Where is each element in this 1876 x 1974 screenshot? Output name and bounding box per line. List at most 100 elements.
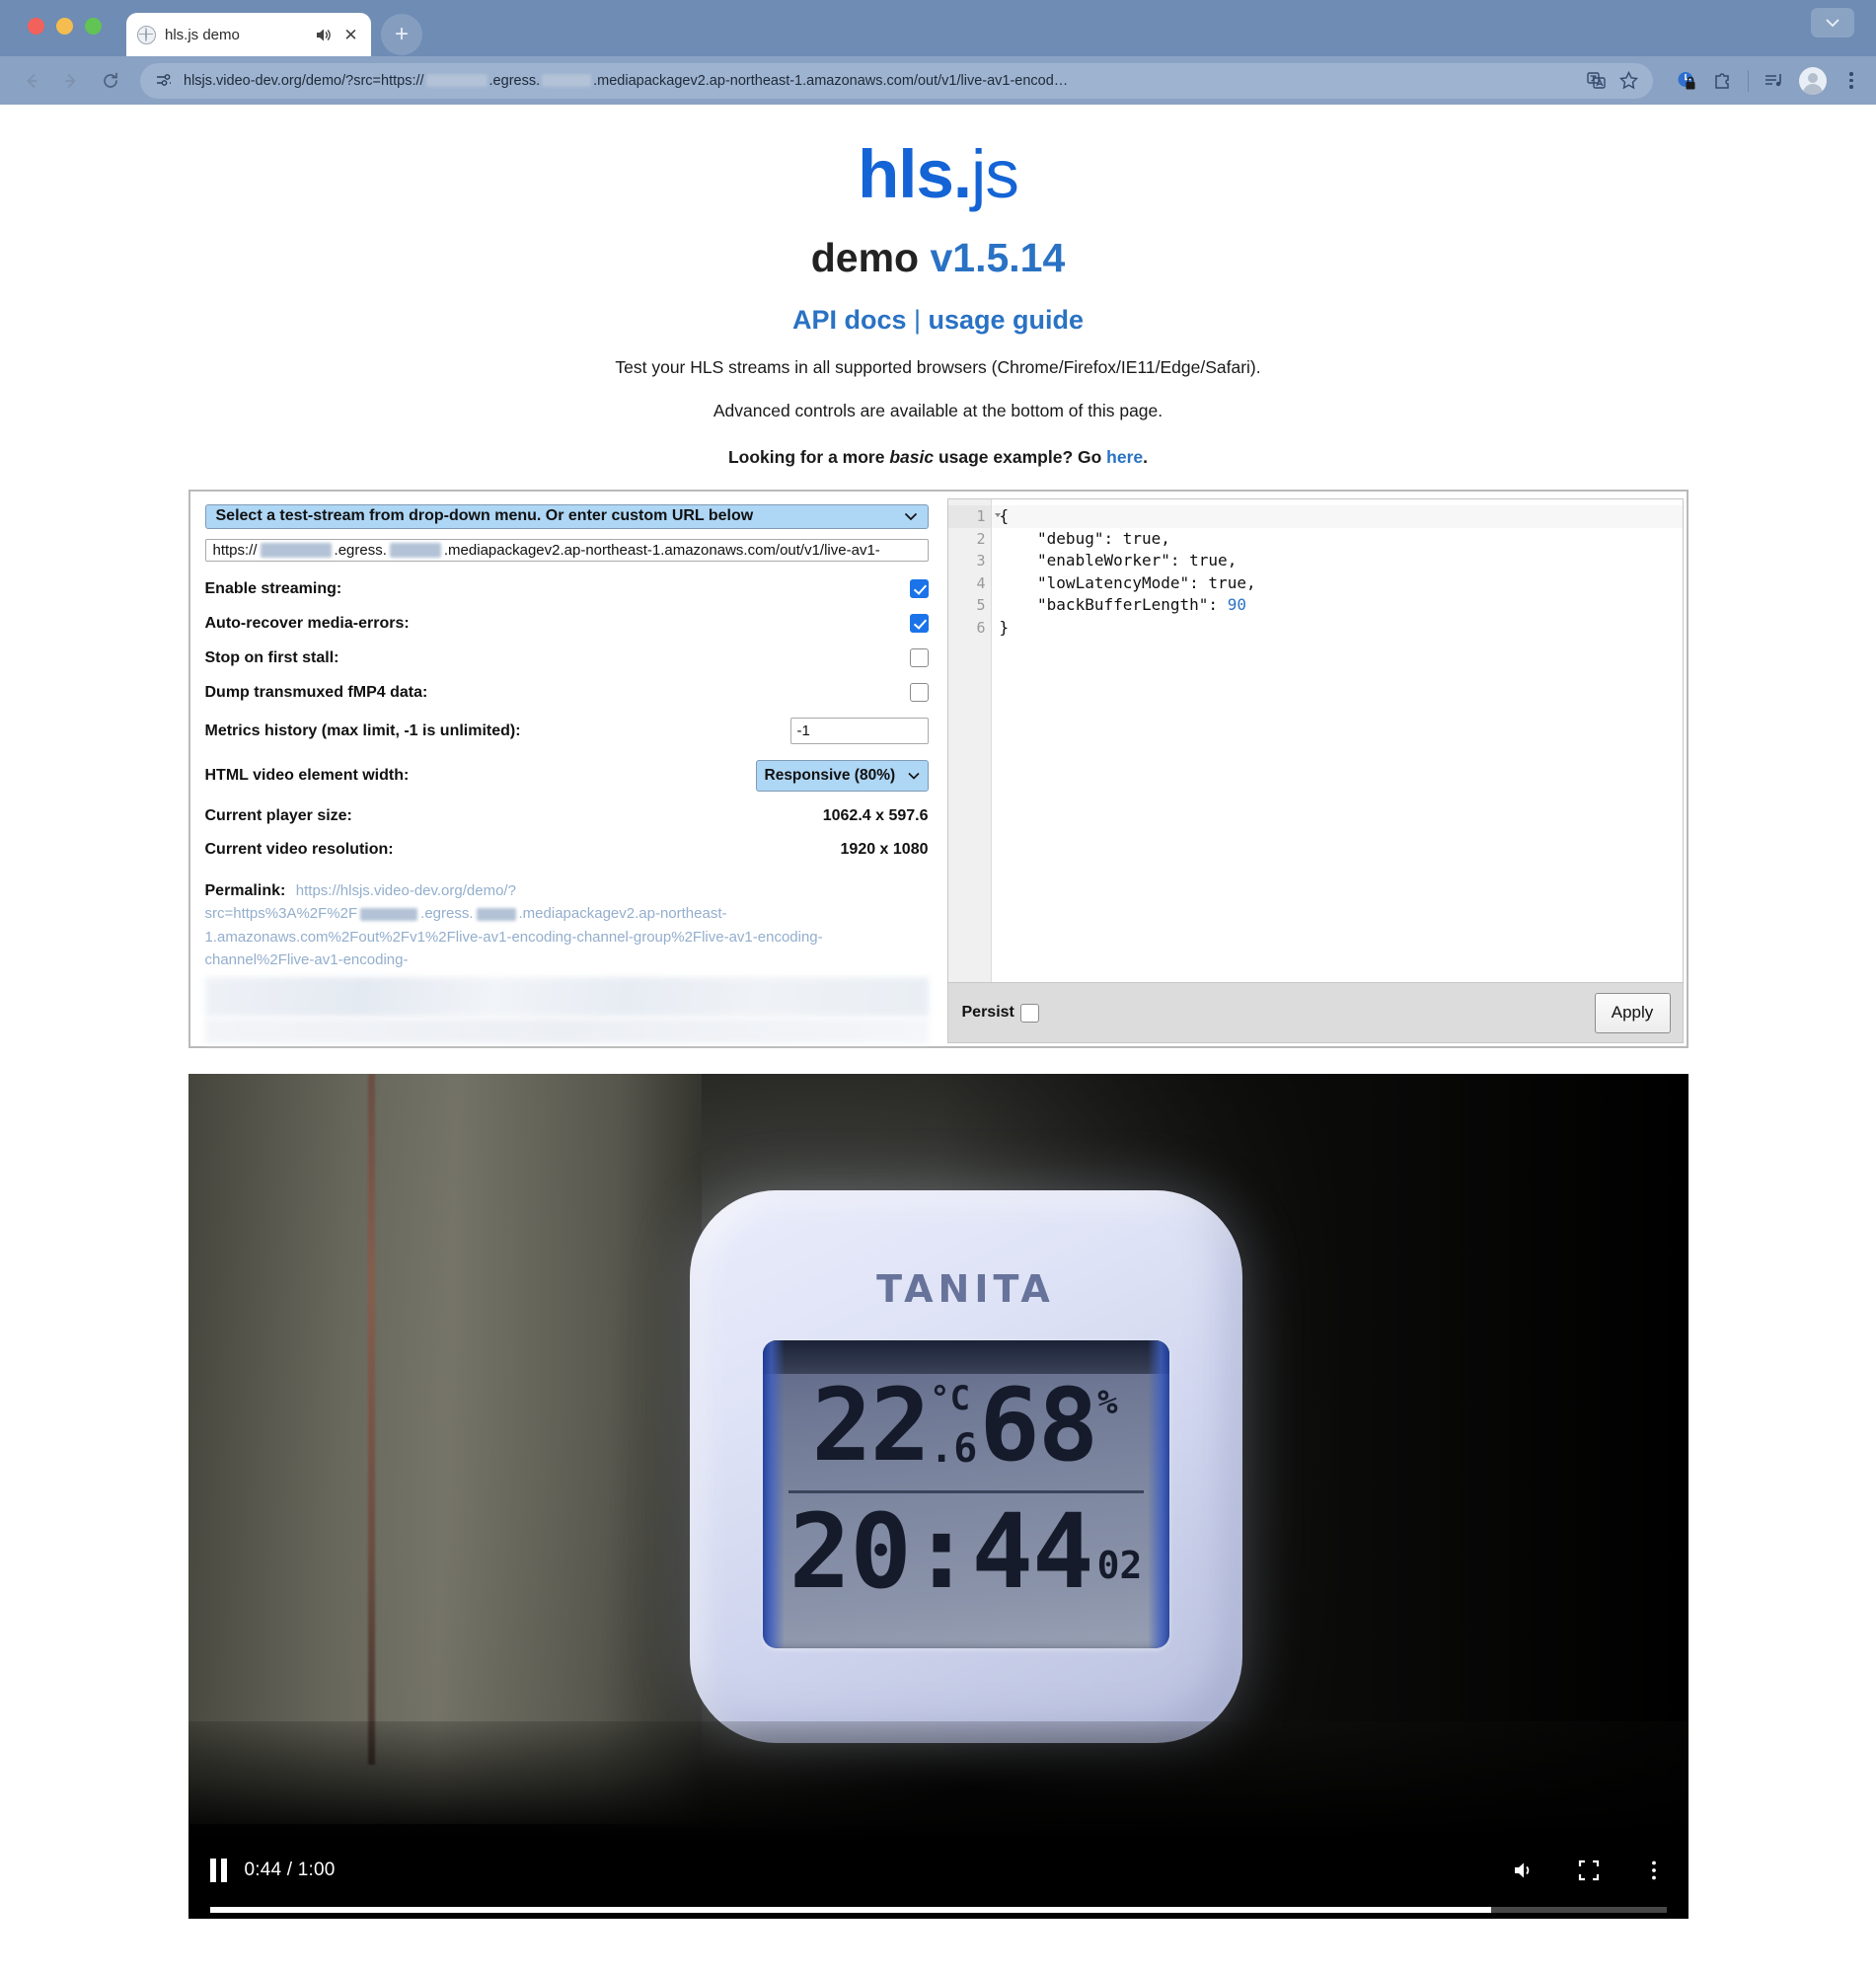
privacy-shield-icon[interactable] [1675,69,1697,92]
enable-streaming-checkbox[interactable] [909,579,929,599]
redacted-segment-2 [542,74,592,87]
temperature-value: 22 [811,1367,931,1484]
lcd-display: 22 °C .6 68 % 20:44 02 [762,1340,1169,1648]
video-width-select[interactable]: Responsive (80%) [755,760,929,793]
doc-links: API docs | usage guide [0,305,1876,336]
more-vertical-icon[interactable] [1641,1858,1667,1883]
url-prefix: hlsjs.video-dev.org/demo/?src=https:// [184,72,424,89]
translate-icon[interactable] [1586,70,1607,91]
minimize-window-button[interactable] [56,18,73,35]
lead-text-1: Test your HLS streams in all supported b… [615,357,1261,377]
permalink-part-5: 1.amazonaws.com%2Fout%2Fv1%2Flive-av1-en… [204,928,823,946]
window-traffic-lights [28,18,102,35]
stream-select[interactable]: Select a test-stream from drop-down menu… [204,504,929,529]
lead3-pre: Looking for a more [727,447,890,467]
tanita-thermometer: TANITA 22 °C .6 68 % 20:44 02 [689,1190,1242,1743]
config-editor-panel: 1 2 3 4 5 6 { "debug": true, "enableWork… [946,494,1684,1043]
persist-checkbox[interactable] [1019,1003,1039,1023]
dump-fmp4-checkbox[interactable] [909,683,929,703]
chevron-down-icon [904,509,918,524]
code-line-2: "debug": true, [999,528,1170,548]
redacted-segment-1 [425,74,488,87]
page-settings-icon[interactable] [154,71,173,90]
apply-button[interactable]: Apply [1594,992,1671,1033]
config-json-editor[interactable]: 1 2 3 4 5 6 { "debug": true, "enableWork… [946,498,1684,983]
redacted-permalink-block [204,977,929,1018]
humidity-unit-column: % [1097,1382,1117,1419]
redacted-permalink-block-2 [204,1019,929,1043]
url-value-suffix: .mediapackagev2.ap-northeast-1.amazonaws… [443,542,880,560]
persist-control: Persist [961,1003,1039,1023]
profile-avatar-icon[interactable] [1799,66,1827,95]
player-size-value: 1062.4 x 597.6 [822,807,929,825]
star-icon[interactable] [1618,70,1639,91]
close-window-button[interactable] [28,18,44,35]
permalink-part-4: .mediapackagev2.ap-northeast- [518,905,727,923]
video-controls-right [1511,1858,1667,1883]
address-bar[interactable]: hlsjs.video-dev.org/demo/?src=https:// .… [140,62,1653,99]
lead3-mid: usage example? Go [934,447,1107,467]
auto-recover-checkbox[interactable] [909,614,929,634]
video-progress-bar[interactable] [209,1907,1667,1913]
persist-label: Persist [961,1004,1014,1021]
fullscreen-icon[interactable] [1576,1858,1602,1883]
metrics-history-input[interactable]: -1 [789,718,929,745]
code-line-1: { [991,505,1683,528]
video-resolution-value: 1920 x 1080 [840,841,929,859]
here-link[interactable]: here [1106,447,1143,467]
forward-arrow-icon[interactable] [53,63,89,99]
line-number: 6 [976,618,986,637]
close-icon[interactable]: ✕ [341,26,360,44]
media-playlist-icon[interactable] [1763,69,1785,92]
metrics-history-label: Metrics history (max limit, -1 is unlimi… [204,721,521,739]
clock-seconds: 02 [1096,1543,1143,1587]
background-wall [188,1074,702,1824]
lcd-readings-row: 22 °C .6 68 % [763,1367,1169,1484]
option-row-auto-recover: Auto-recover media-errors: [204,614,929,634]
speaker-icon[interactable] [314,26,333,44]
fold-arrow-icon[interactable] [994,513,1001,517]
line-number: 3 [976,552,986,570]
option-row-stop-on-stall: Stop on first stall: [204,648,929,668]
stream-url-input[interactable]: https:// .egress. .mediapackagev2.ap-nor… [204,538,929,563]
video-player[interactable]: TANITA 22 °C .6 68 % 20:44 02 0:44 / 1:0… [188,1074,1688,1919]
chrome-menu-icon[interactable] [1840,72,1862,89]
api-docs-link[interactable]: API docs [792,305,907,335]
permalink-part-3: .egress. [420,905,474,923]
back-arrow-icon[interactable] [14,63,49,99]
browser-window: hls.js demo ✕ + hlsjs.video-dev.org/demo… [0,0,1876,1974]
code-line-6: } [999,617,1010,637]
editor-code[interactable]: { "debug": true, "enableWorker": true, "… [991,499,1683,982]
permalink-url[interactable]: https://hlsjs.video-dev.org/demo/? src=h… [205,882,823,968]
line-number: 1 [947,505,1001,528]
version-label: v1.5.14 [930,235,1066,280]
new-tab-button[interactable]: + [381,14,422,55]
redacted-url-segment-2 [389,543,441,559]
chevron-down-icon[interactable] [1811,8,1854,38]
logo-dot: . [952,136,972,212]
video-controls: 0:44 / 1:00 [188,1834,1688,1919]
stop-on-first-stall-checkbox[interactable] [909,648,929,668]
maximize-window-button[interactable] [85,18,102,35]
pause-icon[interactable] [209,1859,227,1882]
browser-tab[interactable]: hls.js demo ✕ [126,13,371,56]
stream-controls: Select a test-stream from drop-down menu… [193,494,940,1043]
code-line-4: "lowLatencyMode": true, [999,572,1256,592]
permalink-part-1: https://hlsjs.video-dev.org/demo/? [295,882,516,900]
line-number: 5 [976,596,986,615]
volume-icon[interactable] [1511,1858,1537,1883]
address-bar-url: hlsjs.video-dev.org/demo/?src=https:// .… [184,73,1575,89]
usage-guide-link[interactable]: usage guide [929,305,1085,335]
option-label: Auto-recover media-errors: [204,614,410,632]
extensions-icon[interactable] [1711,69,1734,92]
globe-icon [137,25,156,44]
option-label: Stop on first stall: [204,648,339,666]
humidity-unit: % [1097,1383,1118,1422]
url-value-mid: .egress. [334,542,387,560]
back-buffer-value: 90 [1227,595,1246,615]
permalink-part-2: src=https%3A%2F%2F [204,905,358,923]
page-content: hls.js demo v1.5.14 API docs | usage gui… [0,105,1876,1974]
editor-line-numbers: 1 2 3 4 5 6 [947,499,1001,982]
reload-icon[interactable] [93,63,128,99]
url-mid: .egress. [488,72,541,89]
